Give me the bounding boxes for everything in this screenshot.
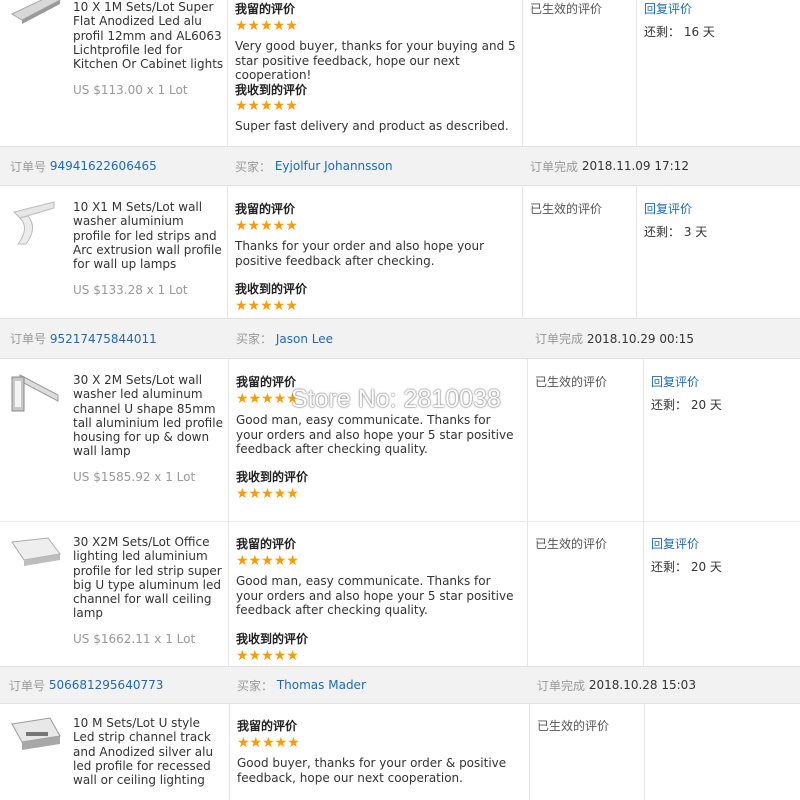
buyer-label: 买家： [237,678,274,693]
divider [527,359,528,521]
review-status: 已生效的评价 [530,202,603,216]
reply-review-link[interactable]: 回复评价 [651,535,699,552]
product-price: US $1662.11 x 1 Lot [73,632,196,646]
product-title[interactable]: 10 M Sets/Lot U style Led strip channel … [73,716,225,787]
product-thumbnail[interactable] [10,0,62,40]
order-no-label: 订单号 [9,678,46,693]
review-status: 已生效的评价 [535,375,608,389]
reply-review-link[interactable]: 回复评价 [651,373,699,390]
divider [229,704,230,800]
my-feedback-text: Good man, easy communicate. Thanks for y… [236,574,514,617]
order-id-link[interactable]: 506681295640773 [49,678,164,692]
order-complete-label: 订单完成 [530,159,579,174]
received-review-label: 我收到的评价 [236,470,309,484]
product-thumbnail[interactable] [10,534,62,580]
star-rating: ★★★★★ [237,735,300,751]
item-row-2: 10 X1 M Sets/Lot wall washer aluminium p… [0,186,800,318]
order-header: 订单号 506681295640773 买家： Thomas Mader 订单完… [0,666,800,704]
divider [644,704,645,800]
divider [227,0,228,146]
star-rating: ★★★★★ [236,391,299,407]
divider [228,522,229,666]
product-title[interactable]: 10 X1 M Sets/Lot wall washer aluminium p… [73,200,225,271]
order-id-link[interactable]: 95217475844011 [50,332,157,346]
item-row-1: 10 X 1M Sets/Lot Super Flat Anodized Led… [0,0,800,146]
star-rating: ★★★★★ [235,18,298,34]
buyer-name-link[interactable]: Jason Lee [276,332,333,346]
buyer-label: 买家： [235,159,272,174]
buyer-name-link[interactable]: Eyjolfur Johannsson [275,159,393,173]
order-no-label: 订单号 [10,159,47,174]
time-remaining: 还剩： 20 天 [651,398,722,412]
order-complete-time: 2018.11.09 17:12 [581,159,689,173]
received-review-label: 我收到的评价 [235,282,308,296]
divider [643,359,644,521]
product-price: US $113.00 x 1 Lot [73,83,188,97]
received-feedback-text: Super fast delivery and product as descr… [235,119,509,133]
review-status: 已生效的评价 [537,719,610,733]
time-remaining: 还剩： 20 天 [651,560,722,574]
product-thumbnail[interactable] [10,714,62,760]
product-price: US $1585.92 x 1 Lot [73,470,196,484]
my-review-label: 我留的评价 [237,719,298,733]
my-review-label: 我留的评价 [235,2,296,16]
star-rating: ★★★★★ [235,298,298,314]
star-rating: ★★★★★ [236,648,299,664]
order-complete-time: 2018.10.28 15:03 [588,678,696,692]
reply-review-link[interactable]: 回复评价 [644,0,692,17]
my-review-label: 我留的评价 [236,375,297,389]
order-header: 订单号 94941622606465 买家： Eyjolfur Johannss… [0,146,800,186]
divider [527,522,528,666]
star-rating: ★★★★★ [235,98,298,114]
order-complete-time: 2018.10.29 00:15 [586,331,694,346]
star-rating: ★★★★★ [236,553,299,569]
item-row-3: 30 X 2M Sets/Lot wall washer led aluminu… [0,359,800,521]
feedback-page: 10 X 1M Sets/Lot Super Flat Anodized Led… [0,0,800,800]
my-feedback-text: Very good buyer, thanks for your buying … [235,39,516,82]
order-complete-label: 订单完成 [535,332,584,346]
received-review-label: 我收到的评价 [236,632,309,646]
divider [522,0,523,146]
my-feedback-text: Thanks for your order and also hope your… [235,239,485,268]
divider [522,186,523,318]
star-rating: ★★★★★ [236,486,299,502]
product-thumbnail[interactable] [10,200,62,246]
product-title[interactable]: 30 X2M Sets/Lot Office lighting led alum… [73,535,225,621]
product-title[interactable]: 10 X 1M Sets/Lot Super Flat Anodized Led… [73,0,225,71]
reply-review-link[interactable]: 回复评价 [644,200,692,217]
time-remaining: 还剩： 16 天 [644,25,715,39]
divider [636,0,637,146]
review-status: 已生效的评价 [535,537,608,551]
star-rating: ★★★★★ [235,218,298,234]
product-title[interactable]: 30 X 2M Sets/Lot wall washer led aluminu… [73,373,225,459]
my-review-label: 我留的评价 [236,537,297,551]
divider [643,522,644,666]
time-remaining: 还剩： 3 天 [644,225,708,239]
buyer-name-link[interactable]: Thomas Mader [277,678,366,692]
my-review-label: 我留的评价 [235,202,296,216]
product-thumbnail[interactable] [10,371,62,417]
buyer-label: 买家： [236,332,273,346]
divider [227,186,228,318]
order-id-link[interactable]: 94941622606465 [50,159,157,173]
order-complete-label: 订单完成 [537,678,586,693]
product-price: US $133.28 x 1 Lot [73,283,188,297]
divider [636,186,637,318]
order-no-label: 订单号 [10,332,47,346]
item-row-4: 30 X2M Sets/Lot Office lighting led alum… [0,522,800,666]
divider [228,359,229,521]
review-status: 已生效的评价 [530,2,603,16]
order-header: 订单号 95217475844011 买家： Jason Lee 订单完成 20… [0,318,800,359]
item-row-5: 10 M Sets/Lot U style Led strip channel … [0,704,800,800]
my-feedback-text: Good man, easy communicate. Thanks for y… [236,413,514,456]
received-review-label: 我收到的评价 [235,83,308,97]
divider [529,704,530,800]
my-feedback-text: Good buyer, thanks for your order & posi… [237,756,507,785]
